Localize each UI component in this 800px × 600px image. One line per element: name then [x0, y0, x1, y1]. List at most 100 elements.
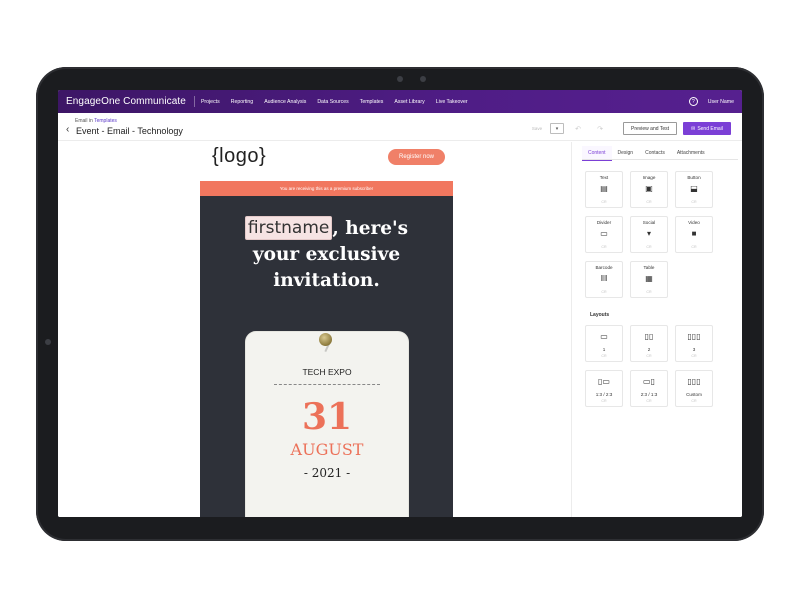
barcode-icon: ‖‖ — [600, 274, 608, 283]
event-month: AUGUST — [290, 440, 364, 459]
breadcrumb: Email in Templates — [75, 118, 117, 124]
nav-data-sources[interactable]: Data Sources — [317, 99, 348, 105]
subscriber-banner[interactable]: You are receiving this as a premium subs… — [200, 181, 453, 196]
tile-sub: CR — [691, 200, 697, 204]
content-tile-text[interactable]: Text ▤ CR — [585, 171, 623, 208]
layout-1-3-icon: ▯▭ — [598, 377, 610, 386]
editor-header: Email in Templates ‹ Event - Email - Tec… — [58, 113, 742, 141]
tile-label: Button — [687, 175, 701, 180]
layout-tile-custom[interactable]: ▯▯▯ Custom CR — [675, 370, 713, 407]
content-tile-video[interactable]: Video ■ CR — [675, 216, 713, 253]
tile-sub: CR — [646, 354, 652, 358]
headline-line-2: your exclusive — [252, 244, 401, 265]
content-tile-divider[interactable]: Divider ▭ CR — [585, 216, 623, 253]
layout-2-3-icon: ▭▯ — [643, 377, 655, 386]
layout-tile-1-3[interactable]: ▯▭ 1:3 / 2:3 CR — [585, 370, 623, 407]
email-preview: {logo} Register now You are receiving th… — [200, 142, 453, 517]
pushpin-icon — [319, 333, 332, 346]
save-dropdown-icon[interactable]: ▾ — [550, 123, 564, 134]
content-tile-social[interactable]: Social ▾ CR — [630, 216, 668, 253]
brand-logo[interactable]: EngageOne Communicate — [66, 96, 186, 107]
hero-section[interactable]: firstname, here's your exclusive invitat… — [200, 196, 453, 517]
tile-label: Barcode — [595, 265, 613, 270]
tile-label: Custom — [686, 392, 702, 397]
tablet-frame: EngageOne Communicate Projects Reporting… — [36, 67, 764, 541]
text-icon: ▤ — [600, 184, 608, 193]
logo-placeholder[interactable]: {logo} — [212, 145, 266, 168]
table-icon: ▦ — [645, 274, 653, 283]
nav-right: ? User Name — [688, 97, 734, 106]
tile-sub: CR — [601, 245, 607, 249]
send-email-button[interactable]: ✉ Send Email — [683, 122, 731, 135]
video-icon: ■ — [691, 229, 697, 238]
layout-tile-3[interactable]: ▯▯▯ 3 CR — [675, 325, 713, 362]
user-menu[interactable]: User Name — [708, 99, 734, 105]
button-icon: ⬓ — [690, 184, 698, 193]
headline-line-1: , here's — [332, 218, 409, 239]
tile-label: Video — [688, 220, 700, 225]
tile-sub: CR — [691, 354, 697, 358]
nav-divider — [193, 96, 195, 107]
layout-tile-2-3[interactable]: ▭▯ 2:3 / 1:3 CR — [630, 370, 668, 407]
side-camera-icon — [45, 339, 51, 345]
layout-3-icon: ▯▯▯ — [687, 332, 701, 341]
send-email-label: Send Email — [697, 125, 723, 132]
nav-links: Projects Reporting Audience Analysis Dat… — [201, 99, 468, 105]
event-name: TECH EXPO — [302, 367, 352, 377]
nav-templates[interactable]: Templates — [360, 99, 384, 105]
tile-label: 3 — [692, 347, 696, 352]
event-day: 31 — [301, 396, 353, 438]
tile-sub: CR — [601, 200, 607, 204]
nav-projects[interactable]: Projects — [201, 99, 220, 105]
builder-panel: Content Design Contacts Attachments Text… — [571, 142, 742, 517]
app-screen: EngageOne Communicate Projects Reporting… — [58, 90, 742, 517]
tile-sub: CR — [646, 200, 652, 204]
tile-label: 2:3 / 1:3 — [640, 392, 658, 397]
social-icon: ▾ — [646, 229, 651, 238]
firstname-merge-field[interactable]: firstname — [244, 216, 333, 240]
tile-label: 1 — [602, 347, 606, 352]
register-now-button[interactable]: Register now — [388, 149, 445, 165]
tile-sub: CR — [601, 354, 607, 358]
back-chevron-icon[interactable]: ‹ — [66, 125, 69, 135]
breadcrumb-prefix: Email in — [75, 118, 93, 124]
tile-label: Social — [642, 220, 656, 225]
save-button[interactable]: Save — [526, 123, 548, 134]
email-canvas: {logo} Register now You are receiving th… — [58, 142, 571, 517]
nav-asset-library[interactable]: Asset Library — [394, 99, 424, 105]
tile-label: 2 — [647, 347, 651, 352]
nav-reporting[interactable]: Reporting — [231, 99, 254, 105]
tile-sub: CR — [646, 399, 652, 403]
layouts-heading: Layouts — [590, 312, 610, 318]
layout-tile-2[interactable]: ▯▯ 2 CR — [630, 325, 668, 362]
tile-sub: CR — [601, 399, 607, 403]
nav-live-takeover[interactable]: Live Takeover — [436, 99, 468, 105]
content-tile-barcode[interactable]: Barcode ‖‖ CR — [585, 261, 623, 298]
top-nav: EngageOne Communicate Projects Reporting… — [58, 90, 742, 113]
content-tile-image[interactable]: Image ▣ CR — [630, 171, 668, 208]
content-tile-button[interactable]: Button ⬓ CR — [675, 171, 713, 208]
layout-custom-icon: ▯▯▯ — [687, 377, 701, 386]
headline-line-3: invitation. — [273, 270, 380, 291]
tile-label: 1:3 / 2:3 — [595, 392, 613, 397]
undo-icon[interactable]: ↶ — [573, 123, 583, 134]
tile-label: Divider — [596, 220, 612, 225]
breadcrumb-templates-link[interactable]: Templates — [94, 118, 117, 124]
layout-2-icon: ▯▯ — [644, 332, 654, 341]
hero-headline[interactable]: firstname, here's your exclusive invitat… — [200, 216, 453, 294]
preview-and-test-button[interactable]: Preview and Test — [623, 122, 677, 135]
layout-tile-1[interactable]: ▭ 1 CR — [585, 325, 623, 362]
redo-icon[interactable]: ↷ — [595, 123, 605, 134]
image-icon: ▣ — [645, 184, 653, 193]
tile-sub: CR — [601, 290, 607, 294]
tile-sub: CR — [646, 290, 652, 294]
event-year: - 2021 - — [303, 466, 351, 480]
tile-sub: CR — [646, 245, 652, 249]
content-tile-table[interactable]: Table ▦ CR — [630, 261, 668, 298]
event-ticket-card[interactable]: TECH EXPO 31 AUGUST - 2021 - — [246, 332, 408, 517]
page-title: Event - Email - Technology — [76, 126, 183, 136]
envelope-icon: ✉ — [691, 125, 696, 132]
nav-audience-analysis[interactable]: Audience Analysis — [264, 99, 306, 105]
help-icon[interactable]: ? — [688, 97, 698, 106]
email-header: {logo} Register now — [200, 142, 453, 181]
